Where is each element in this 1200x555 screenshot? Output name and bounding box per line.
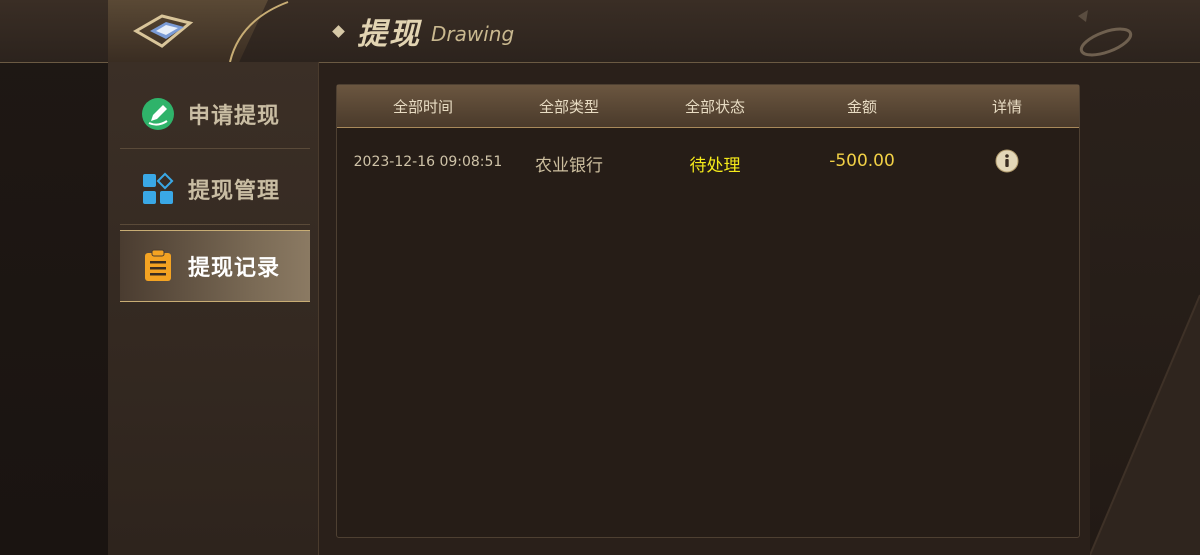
info-icon[interactable] xyxy=(995,149,1019,173)
row-amount: -500.00 xyxy=(829,151,895,171)
header-bar: 提现 Drawing xyxy=(0,0,1200,63)
row-type: 农业银行 xyxy=(535,156,603,176)
amount-header: 金额 xyxy=(846,97,877,116)
sidebar-item-label: 提现记录 xyxy=(188,256,281,281)
table-header: 全部时间 全部类型 全部状态 金额 详情 xyxy=(337,85,1079,128)
row-time: 2023-12-16 09:08:51 xyxy=(353,154,503,170)
sidebar-item-label: 申请提现 xyxy=(188,104,281,129)
title-diamond-icon xyxy=(332,24,345,38)
nav-divider xyxy=(120,148,310,149)
sidebar-item-apply-withdraw[interactable]: 申请提现 xyxy=(120,79,310,149)
filter-time-header[interactable]: 全部时间 xyxy=(367,96,479,117)
filter-type-header[interactable]: 全部类型 xyxy=(513,96,625,117)
table-row: 2023-12-16 09:08:51 农业银行 待处理 -500.00 xyxy=(337,141,1079,183)
left-gutter xyxy=(0,0,108,555)
header-arc-decoration xyxy=(229,1,289,62)
back-button[interactable] xyxy=(132,10,202,52)
filter-status-header[interactable]: 全部状态 xyxy=(659,96,771,117)
right-gutter xyxy=(1090,0,1200,555)
page-subtitle: Drawing xyxy=(431,22,515,46)
sidebar-item-label: 提现管理 xyxy=(188,179,281,204)
sidebar: 申请提现 提现管理 提现记录 xyxy=(108,62,319,555)
records-table: 全部时间 全部类型 全部状态 金额 详情 2023-12-16 09:08:51… xyxy=(336,84,1080,538)
detail-header: 详情 xyxy=(991,97,1022,116)
back-arrow-icon xyxy=(132,14,194,48)
corner-ornament-icon xyxy=(1078,10,1133,57)
grid-manage-icon xyxy=(140,171,176,207)
edit-circle-icon xyxy=(140,96,176,132)
row-status: 待处理 xyxy=(689,156,741,176)
nav-divider xyxy=(120,224,310,225)
title-group: 提现 Drawing xyxy=(332,10,515,52)
sidebar-item-withdraw-records[interactable]: 提现记录 xyxy=(120,230,310,302)
clipboard-icon xyxy=(140,248,176,284)
page-title: 提现 xyxy=(357,17,421,52)
sidebar-item-withdraw-manage[interactable]: 提现管理 xyxy=(120,154,310,224)
